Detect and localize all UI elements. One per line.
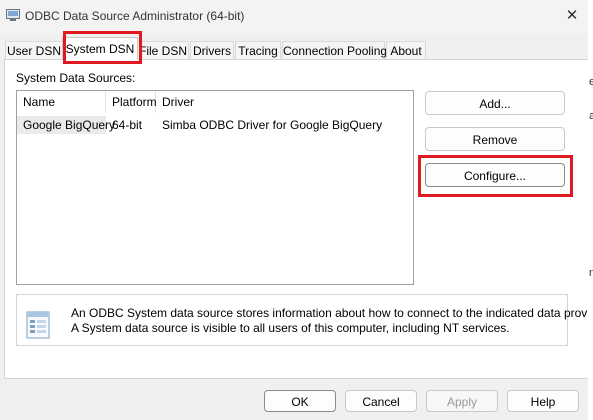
info-text: An ODBC System data source stores inform…: [71, 306, 593, 336]
tab-file-dsn[interactable]: File DSN: [137, 41, 189, 60]
column-header-driver[interactable]: Driver: [156, 91, 413, 113]
data-sources-list[interactable]: Name Platform Driver Google BigQuery 64-…: [16, 90, 414, 285]
tab-connection-pooling[interactable]: Connection Pooling: [282, 41, 387, 60]
close-icon[interactable]: ✕: [562, 6, 582, 26]
tab-about[interactable]: About: [386, 41, 426, 60]
row-driver-cell[interactable]: Simba ODBC Driver for Google BigQuery: [156, 116, 406, 134]
system-data-sources-label: System Data Sources:: [16, 71, 136, 85]
ok-button[interactable]: OK: [264, 390, 336, 412]
window-title: ODBC Data Source Administrator (64-bit): [25, 9, 245, 23]
highlight-system-dsn-tab: [63, 31, 142, 64]
background-text-fragment: n: [589, 267, 593, 279]
apply-button[interactable]: Apply: [426, 390, 498, 412]
background-text-fragment: e: [589, 76, 593, 88]
odbc-app-icon: [6, 9, 20, 21]
tab-tracing[interactable]: Tracing: [235, 41, 281, 60]
row-name-cell[interactable]: Google BigQuery: [17, 116, 115, 134]
row-platform-cell[interactable]: 64-bit: [106, 116, 156, 134]
background-window-edge: [588, 0, 593, 420]
tab-drivers[interactable]: Drivers: [190, 41, 234, 60]
add-button[interactable]: Add...: [425, 91, 565, 115]
help-button[interactable]: Help: [507, 390, 579, 412]
column-header-name[interactable]: Name: [17, 91, 106, 113]
cancel-button[interactable]: Cancel: [345, 390, 417, 412]
info-text-line-2: A System data source is visible to all u…: [71, 321, 510, 335]
tab-user-dsn[interactable]: User DSN: [5, 41, 63, 60]
column-header-platform[interactable]: Platform: [106, 91, 157, 113]
remove-button[interactable]: Remove: [425, 127, 565, 151]
background-text-fragment: a: [589, 110, 593, 122]
data-source-info-icon: [26, 311, 50, 339]
info-text-line-1: An ODBC System data source stores inform…: [71, 306, 593, 320]
highlight-configure-button: [418, 155, 573, 197]
